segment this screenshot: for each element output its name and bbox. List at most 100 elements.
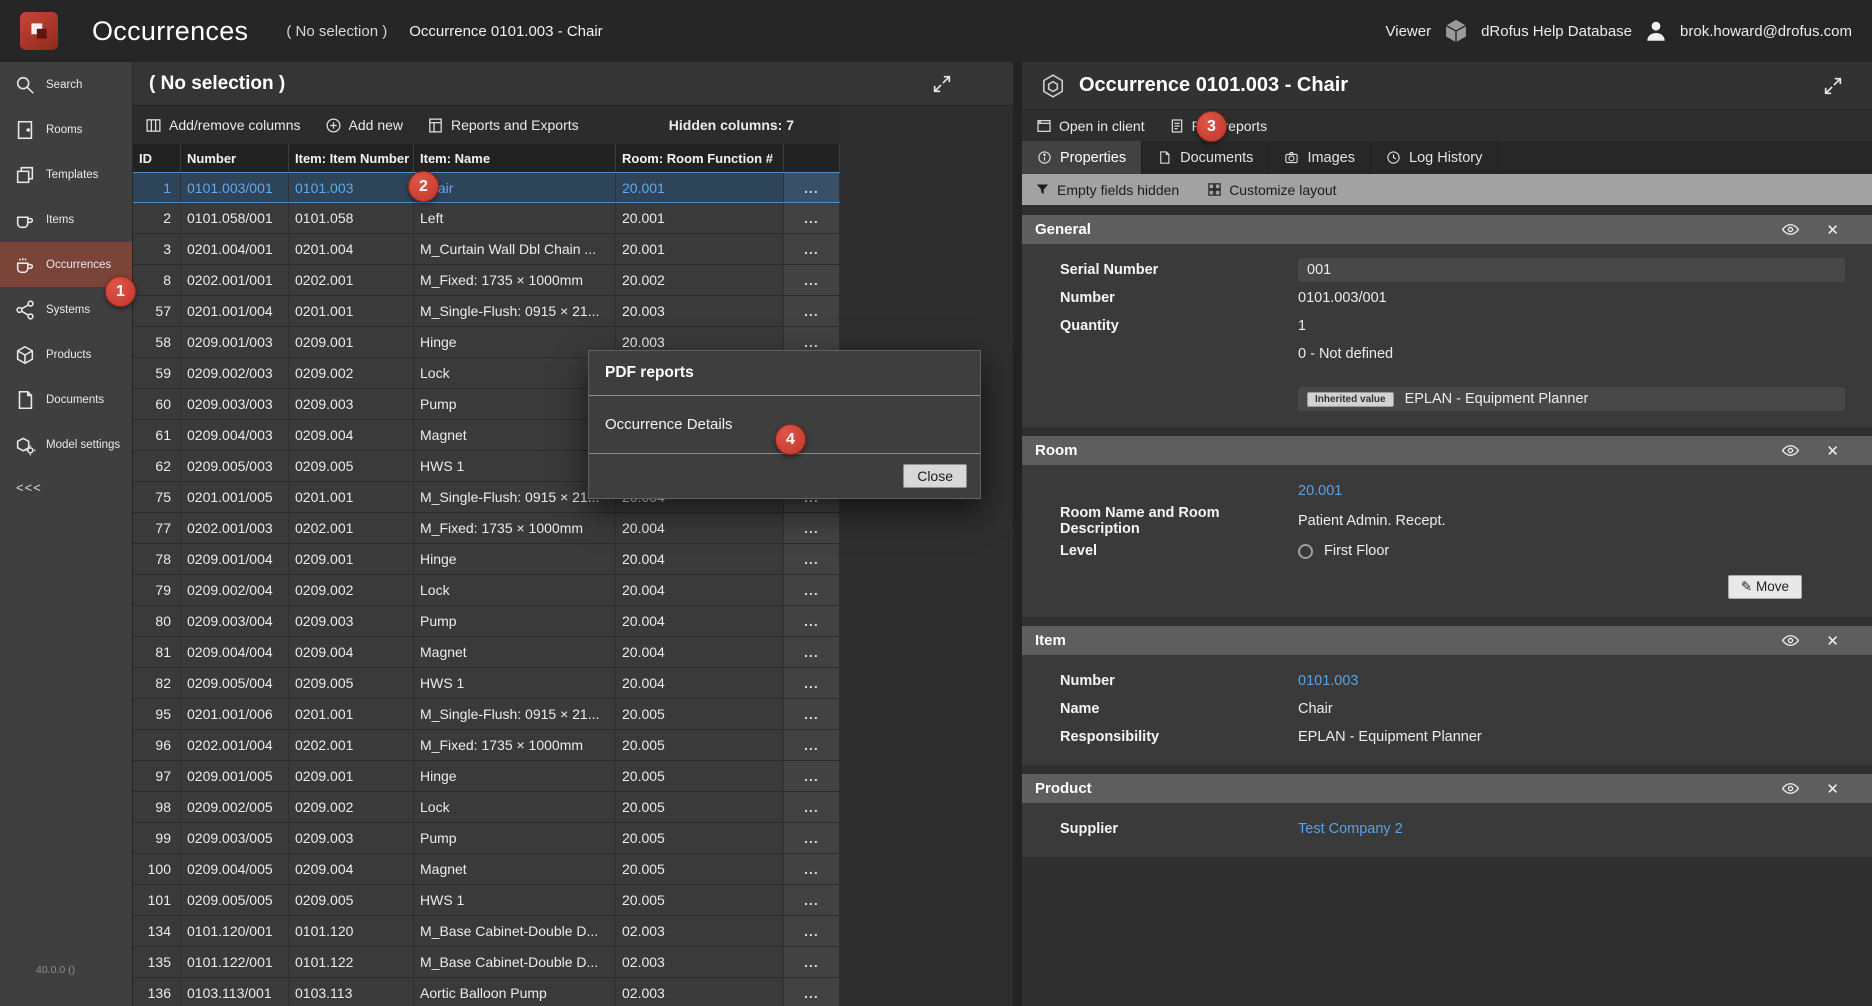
row-actions-button[interactable]: ... [784, 823, 840, 853]
table-cell-id[interactable]: 78 [133, 544, 181, 574]
table-cell-number[interactable]: 0209.001/004 [181, 544, 289, 574]
table-row[interactable]: 970209.001/0050209.001Hinge20.005... [133, 761, 840, 792]
table-cell-item_name[interactable]: Hinge [414, 761, 616, 791]
table-cell-number[interactable]: 0202.001/003 [181, 513, 289, 543]
table-cell-room[interactable]: 20.005 [616, 885, 784, 915]
table-cell-item_number[interactable]: 0209.004 [289, 637, 414, 667]
table-cell-item_number[interactable]: 0103.113 [289, 978, 414, 1006]
tab-documents[interactable]: Documents [1142, 141, 1269, 174]
table-cell-item_number[interactable]: 0209.002 [289, 575, 414, 605]
table-cell-room[interactable]: 02.003 [616, 947, 784, 977]
table-cell-number[interactable]: 0209.001/003 [181, 327, 289, 357]
expand-panel-icon[interactable] [931, 73, 953, 95]
table-cell-room[interactable]: 20.004 [616, 668, 784, 698]
table-cell-room[interactable]: 20.005 [616, 823, 784, 853]
sidebar-item-documents[interactable]: Documents [0, 377, 132, 422]
table-cell-room[interactable]: 20.004 [616, 513, 784, 543]
table-cell-number[interactable]: 0209.004/005 [181, 854, 289, 884]
section-close-icon[interactable]: ✕ [1826, 632, 1839, 650]
radio-button[interactable] [1298, 544, 1313, 559]
table-cell-room[interactable]: 20.002 [616, 265, 784, 295]
table-cell-item_number[interactable]: 0101.122 [289, 947, 414, 977]
table-cell-item_name[interactable]: HWS 1 [414, 885, 616, 915]
table-row[interactable]: 570201.001/0040201.001M_Single-Flush: 09… [133, 296, 840, 327]
table-cell-number[interactable]: 0202.001/004 [181, 730, 289, 760]
row-actions-button[interactable]: ... [784, 265, 840, 295]
table-cell-room[interactable]: 20.004 [616, 544, 784, 574]
row-actions-button[interactable]: ... [784, 173, 840, 202]
row-actions-button[interactable]: ... [784, 606, 840, 636]
table-cell-item_number[interactable]: 0209.002 [289, 358, 414, 388]
table-cell-item_name[interactable]: Pump [414, 606, 616, 636]
table-cell-number[interactable]: 0209.002/003 [181, 358, 289, 388]
move-button[interactable]: ✎ Move [1728, 575, 1802, 599]
table-row[interactable]: 960202.001/0040202.001M_Fixed: 1735 × 10… [133, 730, 840, 761]
table-cell-room[interactable]: 20.005 [616, 854, 784, 884]
row-actions-button[interactable]: ... [784, 575, 840, 605]
table-cell-id[interactable]: 62 [133, 451, 181, 481]
section-header[interactable]: Product ✕ [1022, 774, 1872, 803]
table-cell-id[interactable]: 81 [133, 637, 181, 667]
sidebar-item-products[interactable]: Products [0, 332, 132, 377]
row-actions-button[interactable]: ... [784, 947, 840, 977]
table-row[interactable]: 10101.003/0010101.003Chair20.001... [133, 172, 840, 203]
database-name[interactable]: dRofus Help Database [1481, 23, 1632, 40]
table-cell-id[interactable]: 60 [133, 389, 181, 419]
table-row[interactable]: 1010209.005/0050209.005HWS 120.005... [133, 885, 840, 916]
table-cell-number[interactable]: 0209.004/003 [181, 420, 289, 450]
tab-log-history[interactable]: Log History [1371, 141, 1498, 174]
field-link[interactable]: 0101.003 [1298, 669, 1845, 693]
table-cell-item_name[interactable]: Aortic Balloon Pump [414, 978, 616, 1006]
table-cell-item_name[interactable]: M_Fixed: 1735 × 1000mm [414, 513, 616, 543]
table-cell-room[interactable]: 20.005 [616, 730, 784, 760]
user-email[interactable]: brok.howard@drofus.com [1680, 23, 1852, 40]
table-row[interactable]: 800209.003/0040209.003Pump20.004... [133, 606, 840, 637]
row-actions-button[interactable]: ... [784, 761, 840, 791]
table-cell-item_number[interactable]: 0209.005 [289, 451, 414, 481]
table-cell-item_number[interactable]: 0209.001 [289, 327, 414, 357]
table-cell-item_name[interactable]: M_Curtain Wall Dbl Chain ... [414, 234, 616, 264]
table-row[interactable]: 820209.005/0040209.005HWS 120.004... [133, 668, 840, 699]
column-header-item-number[interactable]: Item: Item Number [289, 144, 414, 172]
section-header[interactable]: Item ✕ [1022, 626, 1872, 655]
table-cell-room[interactable]: 20.005 [616, 761, 784, 791]
close-button[interactable]: Close [903, 464, 967, 488]
table-cell-item_name[interactable]: Lock [414, 792, 616, 822]
table-cell-item_number[interactable]: 0209.001 [289, 761, 414, 791]
table-cell-id[interactable]: 98 [133, 792, 181, 822]
table-cell-number[interactable]: 0101.122/001 [181, 947, 289, 977]
visibility-eye-icon[interactable] [1781, 444, 1800, 457]
visibility-eye-icon[interactable] [1781, 223, 1800, 236]
breadcrumb-selection[interactable]: ( No selection ) [286, 23, 387, 40]
table-cell-item_number[interactable]: 0209.004 [289, 854, 414, 884]
sidebar-collapse-button[interactable]: <<< [0, 467, 132, 507]
empty-fields-filter-button[interactable]: Empty fields hidden [1035, 182, 1179, 198]
table-cell-id[interactable]: 136 [133, 978, 181, 1006]
row-actions-button[interactable]: ... [784, 699, 840, 729]
table-cell-room[interactable]: 20.004 [616, 575, 784, 605]
table-cell-item_name[interactable]: HWS 1 [414, 668, 616, 698]
table-cell-item_number[interactable]: 0202.001 [289, 265, 414, 295]
table-row[interactable]: 1340101.120/0010101.120M_Base Cabinet-Do… [133, 916, 840, 947]
visibility-eye-icon[interactable] [1781, 782, 1800, 795]
table-cell-item_name[interactable]: M_Base Cabinet-Double D... [414, 916, 616, 946]
table-row[interactable]: 30201.004/0010201.004M_Curtain Wall Dbl … [133, 234, 840, 265]
section-header[interactable]: General ✕ [1022, 215, 1872, 244]
table-cell-item_name[interactable]: Magnet [414, 637, 616, 667]
table-cell-number[interactable]: 0209.003/003 [181, 389, 289, 419]
sidebar-item-rooms[interactable]: Rooms [0, 107, 132, 152]
customize-layout-button[interactable]: Customize layout [1207, 182, 1336, 198]
open-in-client-button[interactable]: Open in client [1036, 118, 1145, 134]
table-cell-item_name[interactable]: Lock [414, 575, 616, 605]
reports-and-exports-button[interactable]: Reports and Exports [427, 117, 579, 134]
table-row[interactable]: 1000209.004/0050209.004Magnet20.005... [133, 854, 840, 885]
table-cell-item_name[interactable]: M_Single-Flush: 0915 × 21... [414, 699, 616, 729]
table-cell-room[interactable]: 20.004 [616, 606, 784, 636]
section-close-icon[interactable]: ✕ [1826, 442, 1839, 460]
table-cell-number[interactable]: 0209.005/003 [181, 451, 289, 481]
section-close-icon[interactable]: ✕ [1826, 221, 1839, 239]
table-cell-id[interactable]: 57 [133, 296, 181, 326]
table-cell-number[interactable]: 0103.113/001 [181, 978, 289, 1006]
user-icon[interactable] [1643, 18, 1669, 44]
table-cell-item_name[interactable]: M_Fixed: 1735 × 1000mm [414, 265, 616, 295]
